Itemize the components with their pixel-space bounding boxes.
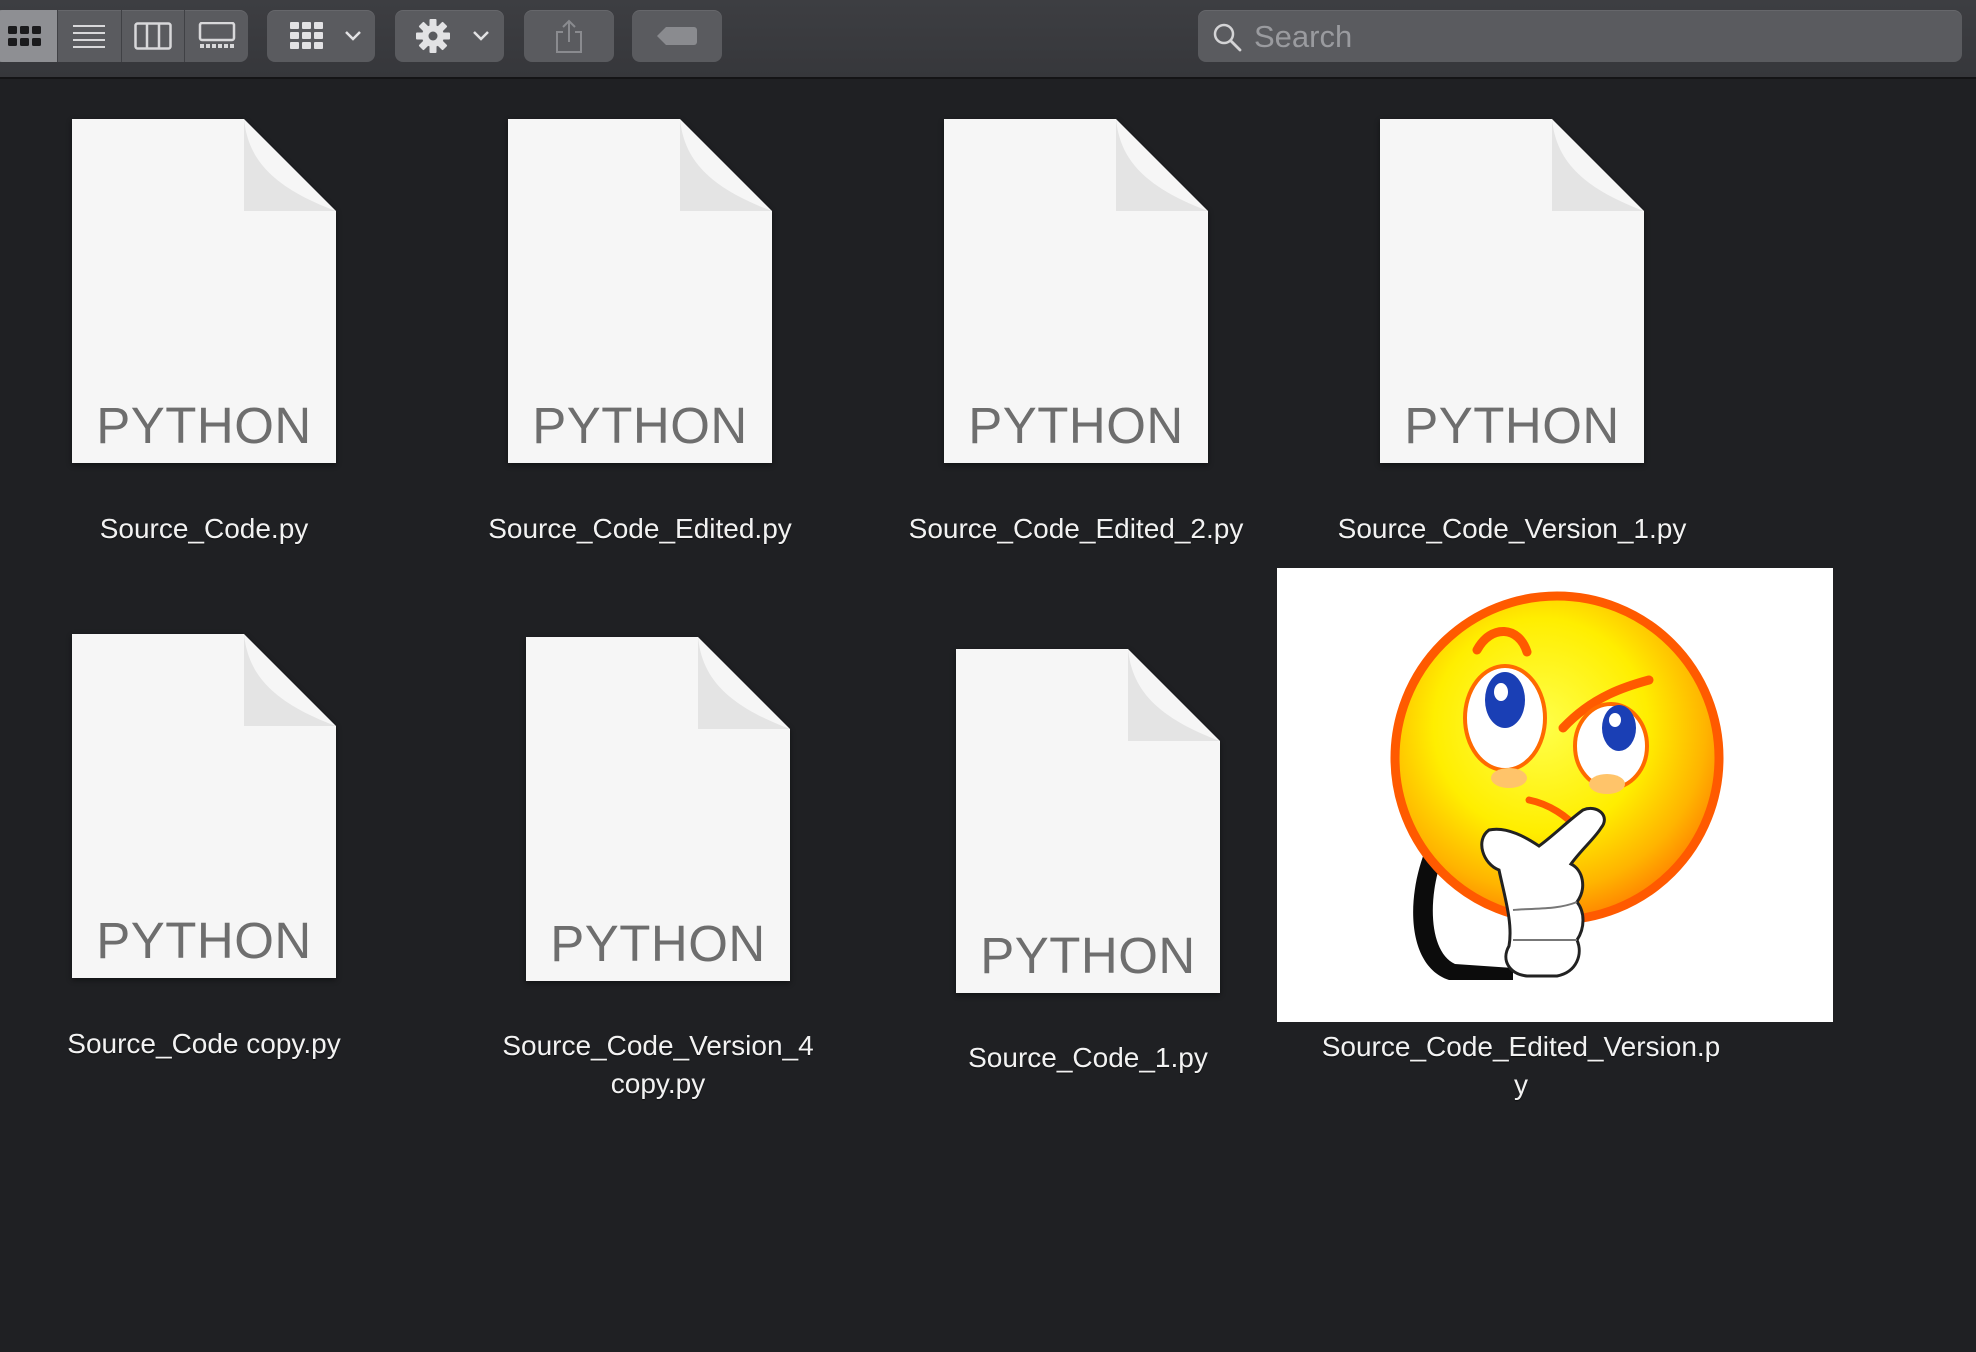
group-by-menu-button[interactable]	[267, 10, 375, 62]
document-type-label: PYTHON	[96, 397, 312, 454]
file-name: Source_Code_Version_1.py	[1337, 513, 1687, 544]
python-document-icon: PYTHON	[72, 119, 336, 463]
chevron-down-icon	[343, 10, 363, 62]
file-name: Source_Code_Edited_Version.p y	[1321, 1031, 1721, 1100]
document-type-label: PYTHON	[532, 397, 748, 454]
thinking-smiley-image	[1390, 591, 1724, 980]
column-view-icon	[134, 22, 172, 50]
document-type-label: PYTHON	[550, 915, 766, 972]
gear-icon	[415, 10, 451, 62]
chevron-down-icon	[471, 10, 491, 62]
python-document-icon: PYTHON	[526, 637, 790, 981]
tag-icon	[656, 10, 698, 62]
search-icon	[1212, 22, 1242, 57]
action-menu-button[interactable]	[395, 10, 504, 62]
view-mode-segmented-control	[0, 10, 248, 62]
finder-toolbar	[0, 0, 1976, 79]
document-type-label: PYTHON	[968, 397, 1184, 454]
python-document-icon: PYTHON	[1380, 119, 1644, 463]
python-document-icon: PYTHON	[956, 649, 1220, 993]
file-name: Source_Code.py	[99, 513, 309, 544]
gallery-view-button[interactable]	[185, 10, 248, 62]
icon-view-icon	[8, 26, 42, 46]
python-document-icon: PYTHON	[72, 634, 336, 978]
python-document-icon: PYTHON	[944, 119, 1208, 463]
list-view-button[interactable]	[58, 10, 122, 62]
document-type-label: PYTHON	[1404, 397, 1620, 454]
file-name: Source_Code_Edited_2.py	[908, 513, 1244, 544]
document-type-label: PYTHON	[96, 912, 312, 969]
share-icon	[555, 10, 583, 62]
file-name: Source_Code_1.py	[968, 1042, 1208, 1073]
list-view-icon	[73, 25, 106, 48]
column-view-button[interactable]	[122, 10, 186, 62]
document-type-label: PYTHON	[980, 927, 1196, 984]
icon-view-button[interactable]	[0, 10, 58, 62]
search-input[interactable]	[1252, 10, 1946, 64]
edit-tags-button[interactable]	[632, 10, 722, 62]
gallery-view-icon	[198, 22, 235, 48]
thinking-smiley-thumbnail	[1277, 568, 1833, 1022]
group-grid-icon	[289, 10, 325, 62]
share-button[interactable]	[524, 10, 614, 62]
file-name: Source_Code_Edited.py	[488, 513, 792, 544]
search-field[interactable]	[1198, 10, 1962, 64]
file-name: Source_Code copy.py	[67, 1028, 341, 1059]
python-document-icon: PYTHON	[508, 119, 772, 463]
file-name: Source_Code_Version_4 copy.py	[502, 1030, 814, 1099]
